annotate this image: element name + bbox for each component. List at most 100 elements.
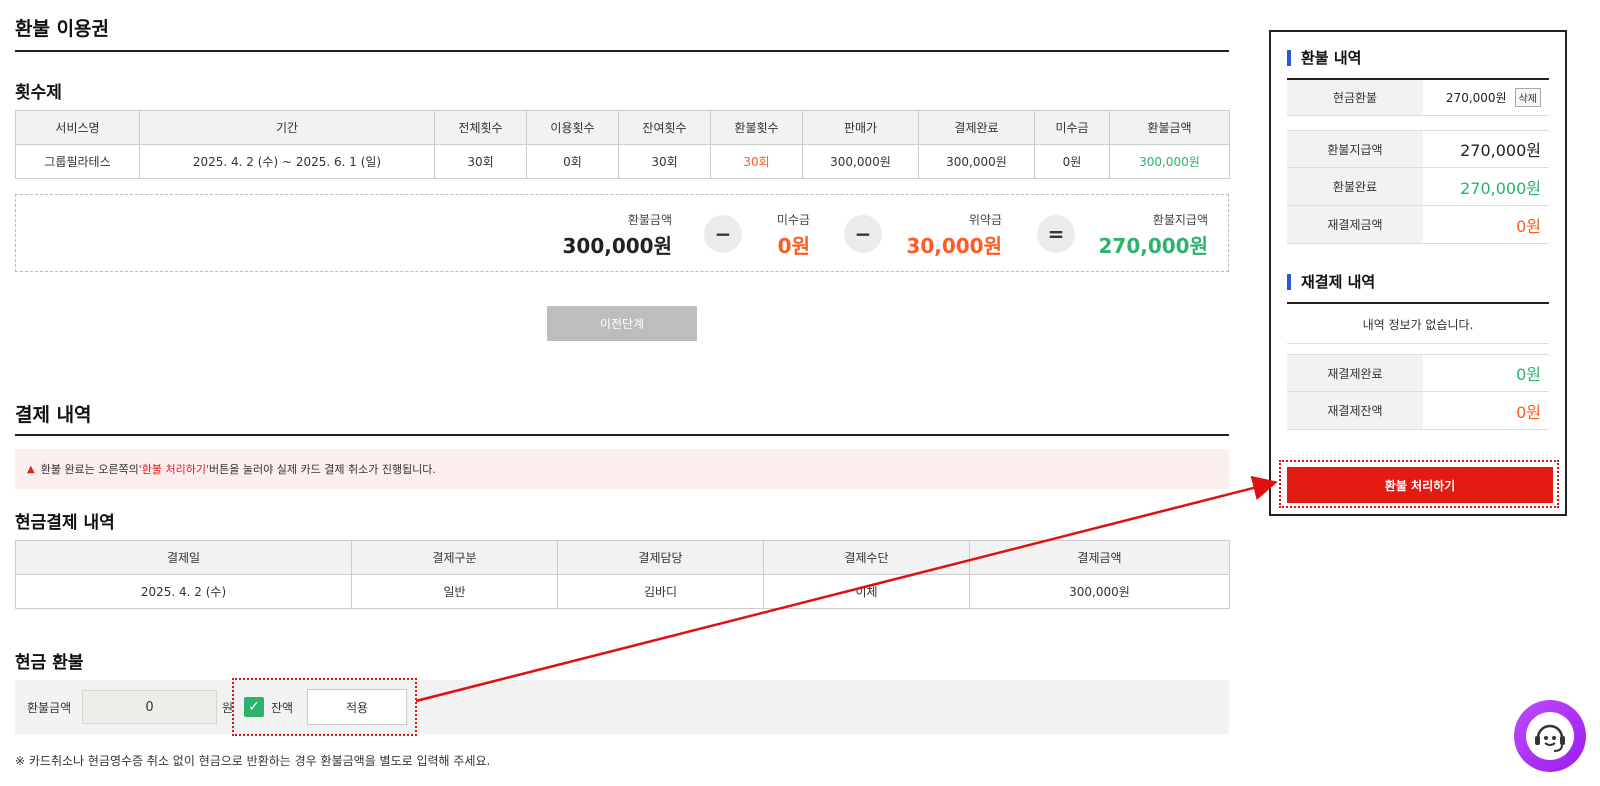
side-divider xyxy=(1287,302,1549,304)
calc-value: 270,000원 xyxy=(1098,234,1209,258)
kv-value: 270,000원 삭제 xyxy=(1446,80,1541,115)
table-cell: 김바디 xyxy=(557,574,764,609)
empty-message: 내역 정보가 없습니다. xyxy=(1287,306,1549,344)
notice-highlight: '환불 처리하기' xyxy=(138,463,210,476)
page-title: 환불 이용권 xyxy=(15,18,110,40)
refund-notice: ▲ 환불 완료는 오른쪽의 '환불 처리하기' 버튼을 눌러야 실제 카드 결제… xyxy=(15,449,1229,489)
check-icon: ✓ xyxy=(248,699,260,715)
kv-label: 재결제금액 xyxy=(1287,206,1423,243)
column-header: 결제일 xyxy=(15,540,352,575)
column-header: 환불금액 xyxy=(1109,110,1230,145)
kv-value: 0원 xyxy=(1516,365,1541,384)
refund-summary-panel: 환불 내역 현금환불 270,000원 삭제 환불지급액 270,000원 환불… xyxy=(1269,30,1567,516)
cash-payment-title: 현금결제 내역 xyxy=(15,513,115,533)
table-cell: 0원 xyxy=(1034,144,1110,179)
table-row: 그룹필라테스 2025. 4. 2 (수) ~ 2025. 6. 1 (일) 3… xyxy=(15,144,1230,179)
table-cell: 300,000원 xyxy=(1109,144,1230,179)
cash-refund-title: 현금 환불 xyxy=(15,653,84,673)
kv-label: 환불완료 xyxy=(1287,168,1423,205)
repay-history-title: 재결제 내역 xyxy=(1287,274,1375,290)
table-header-row: 결제일 결제구분 결제담당 결제수단 결제금액 xyxy=(15,540,1230,575)
count-table: 서비스명 기간 전체횟수 이용횟수 잔여횟수 환불횟수 판매가 결제완료 미수금… xyxy=(15,110,1230,179)
table-cell: 일반 xyxy=(351,574,558,609)
table-cell: 30회 xyxy=(710,144,803,179)
table-row: 2025. 4. 2 (수) 일반 김바디 이체 300,000원 xyxy=(15,574,1230,609)
minus-icon: − xyxy=(704,215,742,253)
kv-value: 270,000원 xyxy=(1460,178,1541,198)
count-section-title: 횟수제 xyxy=(15,83,62,103)
column-header: 전체횟수 xyxy=(434,110,527,145)
footnote: ※ 카드취소나 현금영수증 취소 없이 현금으로 반환하는 경우 환불금액을 별… xyxy=(15,754,491,768)
payout-row: 환불지급액 270,000원 xyxy=(1287,130,1549,168)
table-cell: 300,000원 xyxy=(918,144,1035,179)
column-header: 결제완료 xyxy=(918,110,1035,145)
column-header: 환불횟수 xyxy=(710,110,803,145)
column-header: 기간 xyxy=(139,110,435,145)
notice-text-prefix: 환불 완료는 오른쪽의 xyxy=(40,463,139,476)
kv-label: 현금환불 xyxy=(1287,80,1423,115)
equals-icon: = xyxy=(1037,215,1075,253)
calc-label: 위약금 xyxy=(968,213,1002,227)
column-header: 잔여횟수 xyxy=(618,110,711,145)
table-cell: 30회 xyxy=(434,144,527,179)
repay-balance-row: 재결제잔액 0원 xyxy=(1287,392,1549,430)
delete-button[interactable]: 삭제 xyxy=(1514,88,1541,107)
kv-label: 환불지급액 xyxy=(1287,131,1423,167)
calc-refund-amount: 환불금액 300,000원 xyxy=(563,211,673,259)
support-agent-icon xyxy=(1526,712,1574,760)
cash-payment-table: 결제일 결제구분 결제담당 결제수단 결제금액 2025. 4. 2 (수) 일… xyxy=(15,540,1230,609)
notice-text-suffix: 버튼을 눌러야 실제 카드 결제 취소가 진행됩니다. xyxy=(209,463,436,476)
table-cell: 2025. 4. 2 (수) ~ 2025. 6. 1 (일) xyxy=(139,144,435,179)
column-header: 미수금 xyxy=(1034,110,1110,145)
column-header: 결제수단 xyxy=(763,540,970,575)
refund-calculation-box: 환불금액 300,000원 − 미수금 0원 − 위약금 30,000원 = 환… xyxy=(15,194,1229,272)
column-header: 결제금액 xyxy=(969,540,1230,575)
kv-value: 270,000원 xyxy=(1460,141,1541,160)
payment-divider xyxy=(15,434,1229,436)
cash-refund-value: 270,000원 xyxy=(1445,91,1507,105)
calc-value: 0원 xyxy=(777,234,810,258)
balance-checkbox[interactable]: ✓ xyxy=(244,697,264,717)
table-cell: 그룹필라테스 xyxy=(15,144,140,179)
table-cell: 0회 xyxy=(526,144,619,179)
kv-value: 0원 xyxy=(1516,402,1541,422)
process-refund-button[interactable]: 환불 처리하기 xyxy=(1287,467,1553,503)
calc-label: 미수금 xyxy=(776,213,810,227)
kv-label: 재결제잔액 xyxy=(1287,392,1423,429)
table-cell: 300,000원 xyxy=(802,144,919,179)
warning-icon: ▲ xyxy=(27,463,35,475)
refund-completed-row: 환불완료 270,000원 xyxy=(1287,168,1549,206)
calc-unpaid: 미수금 0원 xyxy=(777,211,810,259)
calc-value: 300,000원 xyxy=(562,234,673,258)
refund-amount-input[interactable] xyxy=(82,690,217,724)
minus-icon: − xyxy=(844,215,882,253)
column-header: 판매가 xyxy=(802,110,919,145)
chat-support-button[interactable] xyxy=(1514,700,1586,772)
table-cell: 2025. 4. 2 (수) xyxy=(15,574,352,609)
refund-history-title: 환불 내역 xyxy=(1287,50,1361,66)
kv-label: 재결제완료 xyxy=(1287,355,1423,391)
cash-refund-row: 현금환불 270,000원 삭제 xyxy=(1287,80,1549,116)
kv-value: 0원 xyxy=(1516,216,1541,236)
previous-step-button[interactable]: 이전단계 xyxy=(547,306,697,341)
repay-amount-row: 재결제금액 0원 xyxy=(1287,206,1549,244)
table-cell: 30회 xyxy=(618,144,711,179)
calc-label: 환불지급액 xyxy=(1152,213,1208,227)
apply-button[interactable]: 적용 xyxy=(307,689,407,725)
title-divider xyxy=(15,50,1229,52)
refund-amount-label: 환불금액 xyxy=(27,701,72,715)
repay-done-row: 재결제완료 0원 xyxy=(1287,354,1549,392)
balance-label: 잔액 xyxy=(271,701,294,715)
cash-refund-bar: 환불금액 원 ✓ 잔액 적용 xyxy=(15,678,1229,736)
calc-value: 30,000원 xyxy=(906,234,1002,258)
column-header: 서비스명 xyxy=(15,110,140,145)
calc-label: 환불금액 xyxy=(627,213,672,227)
calc-payout: 환불지급액 270,000원 xyxy=(1099,211,1209,259)
table-cell: 300,000원 xyxy=(969,574,1230,609)
calc-penalty: 위약금 30,000원 xyxy=(906,211,1002,259)
column-header: 결제구분 xyxy=(351,540,558,575)
table-header-row: 서비스명 기간 전체횟수 이용횟수 잔여횟수 환불횟수 판매가 결제완료 미수금… xyxy=(15,110,1230,145)
table-cell: 이체 xyxy=(763,574,970,609)
column-header: 결제담당 xyxy=(557,540,764,575)
payment-section-title: 결제 내역 xyxy=(15,404,92,426)
